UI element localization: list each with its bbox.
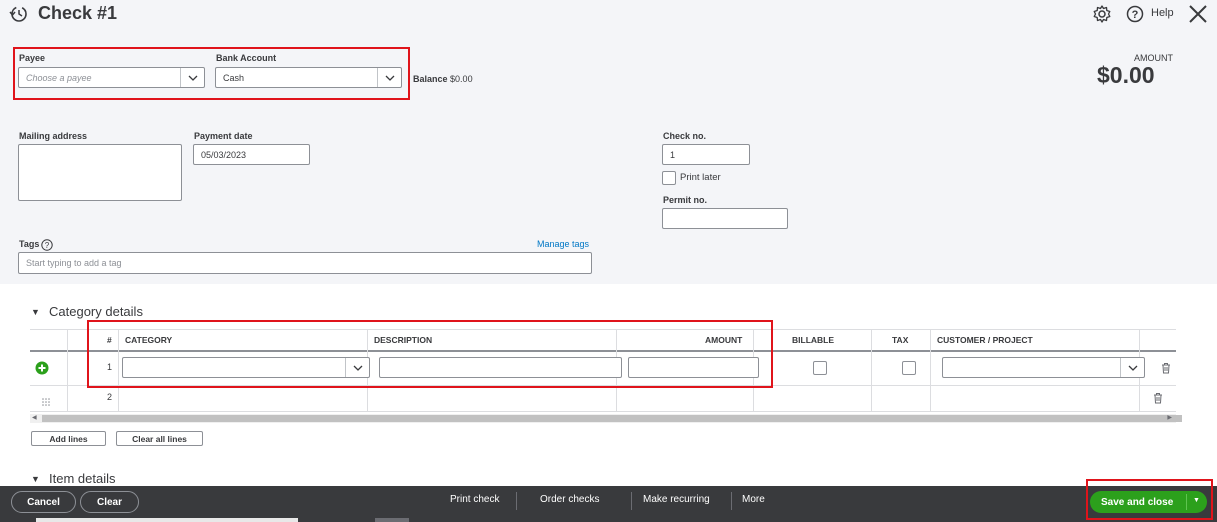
- close-icon[interactable]: [1188, 4, 1208, 24]
- payment-date-input[interactable]: 05/03/2023: [193, 144, 310, 165]
- scrollbar-thumb[interactable]: [42, 415, 1182, 422]
- tags-placeholder: Start typing to add a tag: [26, 258, 122, 268]
- page-title: Check #1: [38, 3, 118, 23]
- svg-text:?: ?: [1132, 9, 1139, 21]
- drag-handle-icon[interactable]: [42, 393, 50, 406]
- collapse-caret-icon[interactable]: ▼: [31, 474, 40, 484]
- help-icon[interactable]: ?: [1126, 5, 1144, 23]
- footer-divider: [516, 492, 517, 510]
- trash-icon[interactable]: [1161, 361, 1171, 374]
- balance-label: Balance: [413, 74, 448, 84]
- billable-checkbox[interactable]: [813, 361, 827, 375]
- gear-icon[interactable]: [1092, 4, 1112, 24]
- horizontal-scrollbar[interactable]: ◀ ▶: [30, 414, 1182, 423]
- column-divider: [930, 329, 931, 412]
- row-number: 2: [107, 392, 113, 402]
- permit-no-label: Permit no.: [663, 195, 708, 205]
- cancel-button[interactable]: Cancel: [11, 491, 76, 513]
- print-later-label: Print later: [680, 172, 721, 183]
- column-divider: [871, 329, 872, 412]
- print-later-checkbox[interactable]: [662, 171, 676, 185]
- tax-checkbox[interactable]: [902, 361, 916, 375]
- customer-project-select[interactable]: [942, 357, 1145, 378]
- row-divider: [30, 411, 1176, 412]
- column-header-customer: CUSTOMER / PROJECT: [937, 335, 1033, 345]
- column-divider: [67, 329, 68, 412]
- scroll-right-icon[interactable]: ▶: [1167, 414, 1172, 423]
- category-details-title: Category details: [49, 304, 143, 319]
- help-link[interactable]: Help: [1151, 7, 1174, 19]
- mailing-address-input[interactable]: [18, 144, 182, 201]
- make-recurring-link[interactable]: Make recurring: [643, 494, 710, 505]
- column-header-tax: TAX: [892, 335, 909, 345]
- item-details-title: Item details: [49, 471, 116, 486]
- chevron-down-icon[interactable]: [1120, 358, 1144, 377]
- amount-total: $0.00: [1097, 62, 1155, 88]
- footer-divider: [631, 492, 632, 510]
- check-no-label: Check no.: [663, 131, 707, 141]
- more-link[interactable]: More: [742, 494, 765, 505]
- print-check-link[interactable]: Print check: [450, 494, 499, 505]
- collapse-caret-icon[interactable]: ▼: [31, 307, 40, 317]
- check-no-value: 1: [670, 149, 676, 160]
- footer-bottom-strip: [375, 518, 409, 522]
- permit-no-input[interactable]: [662, 208, 788, 229]
- column-header-billable: BILLABLE: [792, 335, 835, 345]
- save-button-highlight: [1086, 479, 1213, 520]
- balance-value: $0.00: [450, 74, 473, 84]
- info-icon[interactable]: ?: [41, 238, 53, 251]
- svg-text:?: ?: [45, 241, 50, 250]
- footer-divider: [731, 492, 732, 510]
- category-columns-highlight: [87, 320, 773, 388]
- payment-date-value: 05/03/2023: [201, 149, 247, 160]
- balance-display: Balance $0.00: [413, 74, 473, 84]
- scroll-left-icon[interactable]: ◀: [32, 414, 37, 423]
- payee-bank-highlight: [13, 47, 410, 100]
- clear-all-lines-button[interactable]: Clear all lines: [116, 431, 203, 446]
- add-lines-button[interactable]: Add lines: [31, 431, 106, 446]
- check-no-input[interactable]: 1: [662, 144, 750, 165]
- payment-date-label: Payment date: [194, 131, 253, 141]
- tags-label: Tags: [19, 239, 40, 249]
- add-row-icon[interactable]: [35, 361, 49, 375]
- footer-bar: [0, 486, 1217, 522]
- footer-bottom-strip: [36, 518, 298, 522]
- manage-tags-link[interactable]: Manage tags: [537, 239, 589, 249]
- history-icon[interactable]: [8, 5, 28, 23]
- tags-input[interactable]: Start typing to add a tag: [18, 252, 592, 274]
- clear-button[interactable]: Clear: [80, 491, 139, 513]
- order-checks-link[interactable]: Order checks: [540, 494, 599, 505]
- mailing-address-label: Mailing address: [19, 131, 88, 141]
- trash-icon[interactable]: [1153, 391, 1163, 404]
